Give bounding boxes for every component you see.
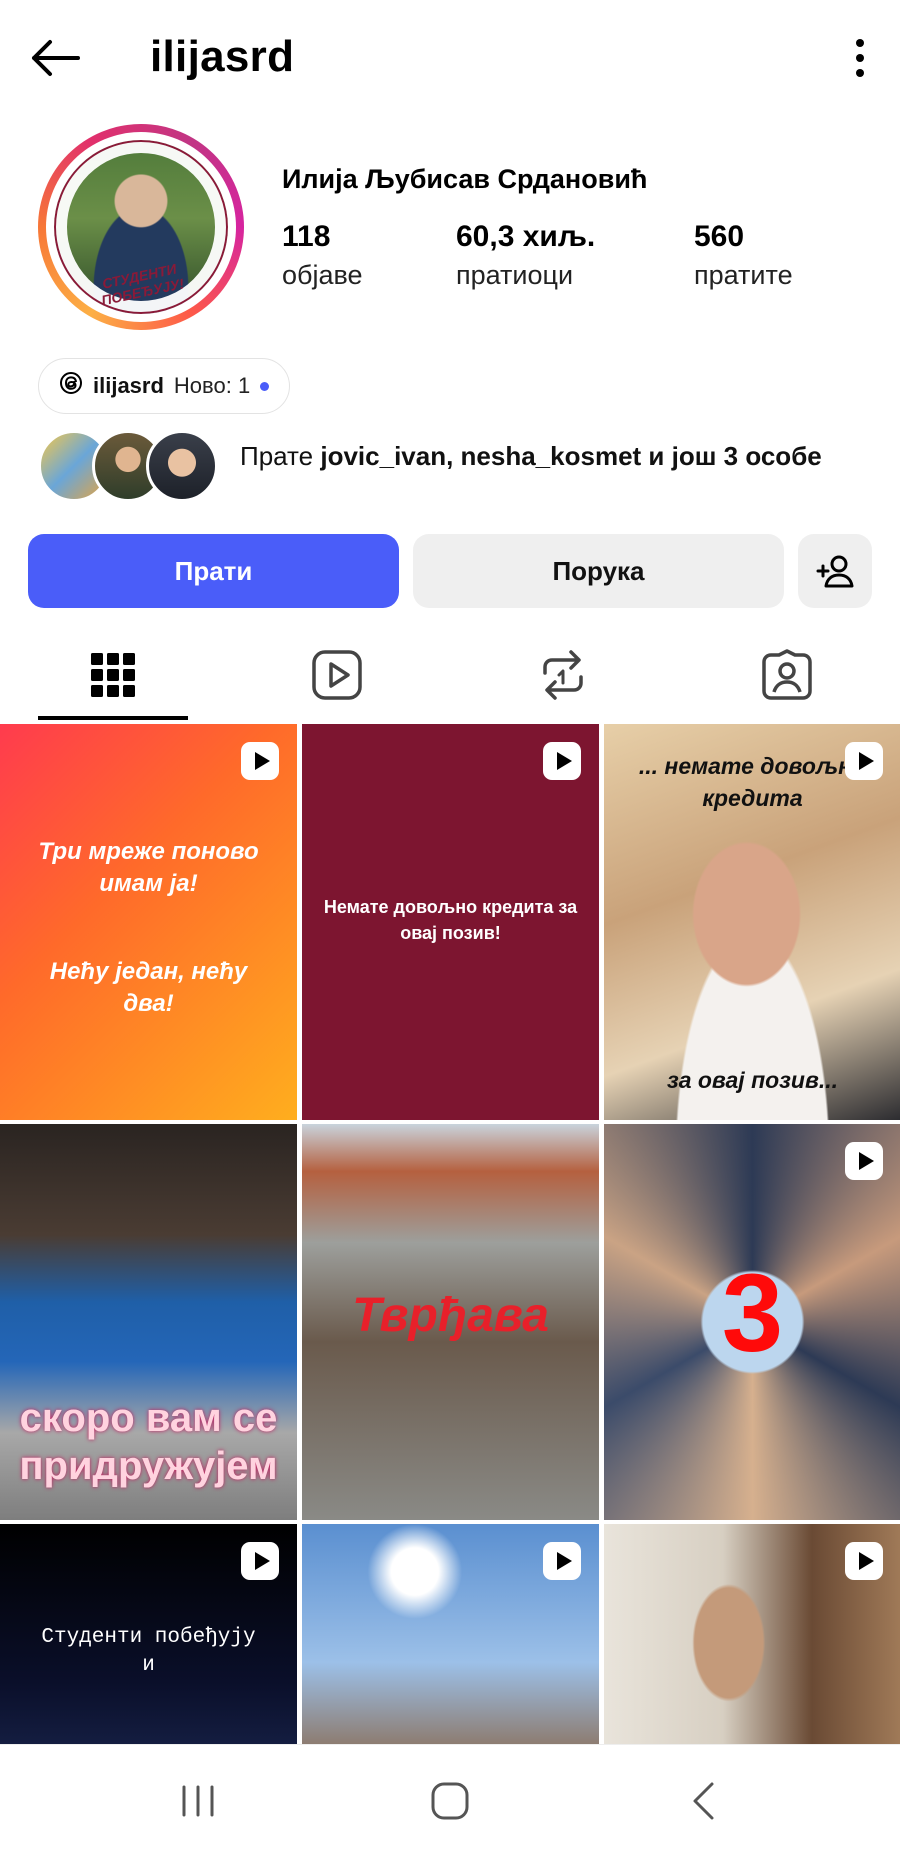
post-tile[interactable]: скоро вам се придружујем bbox=[0, 1124, 297, 1520]
post-tile[interactable]: ... немате довољно кредита за овај позив… bbox=[604, 724, 900, 1120]
threads-icon bbox=[59, 371, 83, 401]
more-options-icon[interactable] bbox=[838, 30, 882, 86]
stat-following-value: 560 bbox=[694, 220, 745, 253]
tab-posts[interactable] bbox=[38, 630, 188, 720]
profile-tabs bbox=[0, 630, 900, 720]
threads-new-count: Ново: 1 bbox=[173, 373, 251, 398]
post-caption: за овај позив... bbox=[666, 1067, 839, 1093]
mutual-names: jovic_ivan, nesha_kosmet bbox=[320, 441, 642, 471]
post-caption: 3 bbox=[721, 1252, 784, 1375]
post-tile[interactable] bbox=[604, 1524, 900, 1744]
post-caption: Три мреже поново имам ја! bbox=[38, 838, 259, 897]
reel-icon bbox=[845, 1542, 883, 1580]
post-tile[interactable]: Тврђава bbox=[302, 1124, 599, 1520]
recent-apps-icon[interactable] bbox=[168, 1775, 228, 1827]
post-tile[interactable]: Три мреже поново имам ја! Нећу један, не… bbox=[0, 724, 297, 1120]
system-navigation-bar bbox=[0, 1744, 900, 1857]
posts-grid: Три мреже поново имам ја! Нећу један, не… bbox=[0, 724, 900, 1744]
stat-followers-value: 60,3 хиљ. bbox=[456, 220, 596, 253]
post-caption: Немате довољно кредита за овај позив! bbox=[323, 897, 578, 943]
reel-icon bbox=[543, 742, 581, 780]
grid-icon bbox=[91, 653, 135, 697]
tab-reposts[interactable] bbox=[488, 630, 638, 720]
reel-icon bbox=[543, 1542, 581, 1580]
post-tile[interactable]: Студенти побеђују и bbox=[0, 1524, 297, 1744]
new-dot-indicator bbox=[260, 381, 270, 391]
tab-reels[interactable] bbox=[262, 630, 412, 720]
profile-header: ilijasrd bbox=[0, 0, 900, 118]
profile-full-name: Илија Љубисав Срдановић bbox=[282, 164, 648, 194]
post-caption: скоро вам се придружујем bbox=[19, 1396, 278, 1488]
stat-followers[interactable]: 60,3 хиљ. пратиоци bbox=[456, 220, 595, 291]
tagged-icon bbox=[762, 649, 812, 700]
post-caption: Студенти побеђују bbox=[41, 1626, 256, 1649]
mutual-avatar-3 bbox=[146, 430, 218, 502]
post-tile[interactable]: 3 bbox=[604, 1124, 900, 1520]
stat-following[interactable]: 560 пратите bbox=[694, 220, 793, 291]
story-ring[interactable]: СТУДЕНТИ ПОБЕЂУЈУ! bbox=[38, 124, 244, 330]
post-caption: и bbox=[142, 1654, 155, 1677]
mutual-followers-text: Прате jovic_ivan, nesha_kosmet и још 3 о… bbox=[240, 438, 860, 474]
reels-icon bbox=[312, 650, 362, 700]
stat-posts[interactable]: 118 објаве bbox=[282, 220, 363, 291]
post-tile[interactable]: Немате довољно кредита за овај позив! bbox=[302, 724, 599, 1120]
stat-posts-label: објаве bbox=[282, 260, 363, 290]
post-caption: Тврђава bbox=[352, 1289, 549, 1342]
page-title: ilijasrd bbox=[150, 32, 295, 81]
threads-badge[interactable]: ilijasrd Ново: 1 bbox=[38, 358, 291, 414]
follow-button[interactable]: Прати bbox=[28, 534, 399, 608]
reel-icon bbox=[845, 1142, 883, 1180]
tab-tagged[interactable] bbox=[712, 630, 862, 720]
mutual-suffix: и још 3 особе bbox=[648, 441, 822, 471]
home-icon[interactable] bbox=[420, 1775, 480, 1827]
add-person-icon bbox=[816, 555, 854, 588]
reel-icon bbox=[845, 742, 883, 780]
post-caption: Нећу један, нећу два! bbox=[49, 958, 248, 1017]
threads-handle: ilijasrd bbox=[93, 373, 164, 398]
system-back-icon[interactable] bbox=[674, 1775, 734, 1827]
mutual-prefix: Прате bbox=[240, 441, 314, 471]
message-button[interactable]: Порука bbox=[413, 534, 784, 608]
back-arrow-icon[interactable] bbox=[24, 30, 84, 86]
post-tile[interactable] bbox=[302, 1524, 599, 1744]
repost-icon bbox=[543, 650, 583, 700]
reel-icon bbox=[241, 1542, 279, 1580]
stat-following-label: пратите bbox=[694, 260, 793, 290]
profile-actions: Прати Порука bbox=[28, 534, 872, 608]
stat-posts-value: 118 bbox=[282, 220, 331, 253]
mutual-followers[interactable]: Прате jovic_ivan, nesha_kosmet и још 3 о… bbox=[38, 430, 878, 510]
avatar: СТУДЕНТИ ПОБЕЂУЈУ! bbox=[54, 140, 228, 314]
stat-followers-label: пратиоци bbox=[456, 260, 574, 290]
active-tab-indicator bbox=[38, 716, 188, 720]
suggest-people-button[interactable] bbox=[798, 534, 872, 608]
reel-icon bbox=[241, 742, 279, 780]
